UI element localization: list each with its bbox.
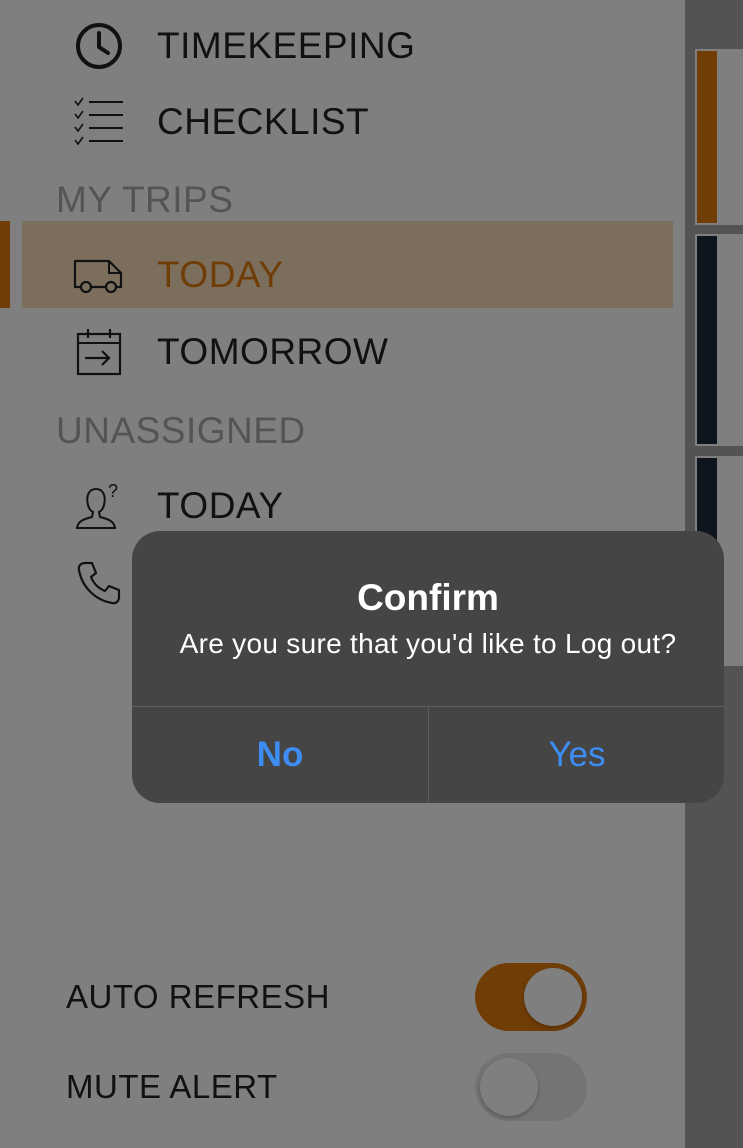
dialog-title: Confirm [357, 577, 499, 618]
confirm-dialog: Confirm Are you sure that you'd like to … [132, 531, 724, 803]
yes-button[interactable]: Yes [429, 707, 724, 803]
no-button[interactable]: No [132, 707, 428, 803]
dialog-message: Are you sure that you'd like to Log out? [179, 628, 677, 659]
